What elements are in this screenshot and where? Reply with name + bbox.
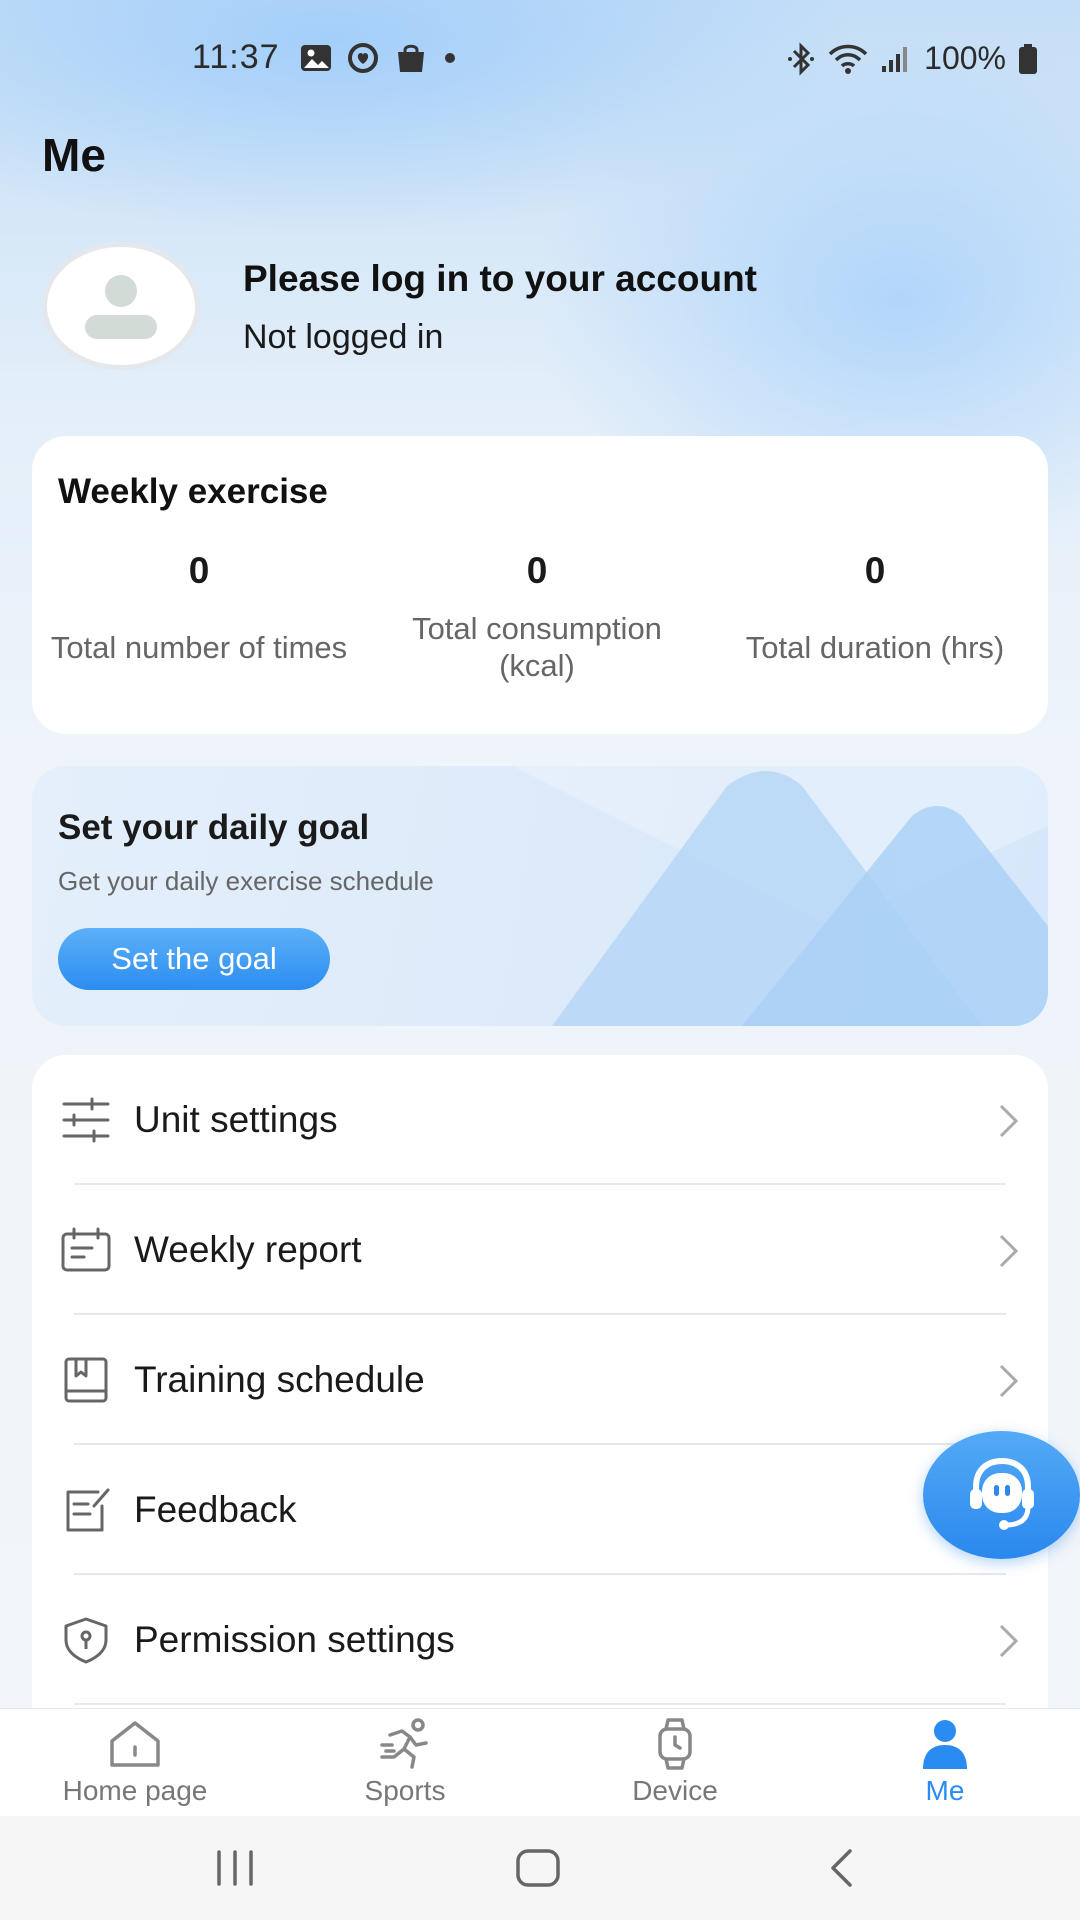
page-title: Me (42, 129, 106, 181)
menu-item-weekly-report[interactable]: Weekly report (32, 1185, 1048, 1315)
stat-label: Total duration (hrs) (745, 629, 1005, 665)
tab-sports[interactable]: Sports (270, 1709, 540, 1817)
status-notification-icons (300, 42, 458, 74)
heart-face-icon (348, 43, 378, 73)
menu-item-label: Feedback (134, 1489, 297, 1530)
system-navigation-bar (0, 1816, 1080, 1920)
stat-label: Total consumption (kcal) (412, 611, 662, 683)
chevron-right-icon (999, 1624, 1019, 1658)
menu-item-label: Weekly report (134, 1229, 362, 1270)
back-icon (831, 1849, 852, 1887)
tab-home[interactable]: Home page (0, 1709, 270, 1817)
tab-label: Home page (62, 1775, 208, 1806)
stat-value: 0 (526, 550, 548, 591)
chevron-right-icon (999, 1104, 1019, 1138)
menu-item-training-schedule[interactable]: Training schedule (32, 1315, 1048, 1445)
menu-item-label: Permission settings (134, 1619, 455, 1660)
gallery-icon (301, 45, 331, 71)
weekly-exercise-card: Weekly exercise 0 Total number of times … (32, 436, 1048, 734)
calendar-icon (61, 1227, 111, 1272)
status-bar: 11:37 100% (0, 0, 1080, 118)
goal-subtitle: Get your daily exercise schedule (58, 866, 434, 896)
shopping-bag-icon (398, 44, 424, 72)
home-icon (110, 1721, 160, 1767)
menu-item-label: Training schedule (134, 1359, 425, 1400)
login-prompt[interactable]: Please log in to your account (243, 258, 757, 300)
back-button[interactable] (806, 1842, 876, 1894)
home-button[interactable] (503, 1842, 573, 1894)
home-square-icon (516, 1849, 560, 1887)
menu-item-feedback[interactable]: Feedback (32, 1445, 1048, 1575)
login-status: Not logged in (243, 318, 444, 356)
recent-apps-icon (217, 1850, 253, 1886)
goal-title: Set your daily goal (58, 808, 370, 847)
menu-divider (74, 1703, 1006, 1705)
wifi-icon (828, 44, 868, 74)
book-icon (64, 1357, 108, 1403)
signal-icon (882, 46, 908, 72)
stat-total-duration: 0 Total duration (hrs) (710, 550, 1040, 684)
person-placeholder-icon (85, 275, 157, 339)
stat-total-times: 0 Total number of times (34, 550, 364, 684)
recent-apps-button[interactable] (200, 1842, 270, 1894)
menu-item-label: Unit settings (134, 1099, 338, 1140)
status-time: 11:37 (192, 38, 280, 76)
sliders-icon (62, 1097, 110, 1143)
bottom-tab-bar: Home page Sports Device Me (0, 1708, 1080, 1816)
chevron-right-icon (999, 1364, 1019, 1398)
chevron-right-icon (999, 1234, 1019, 1268)
watch-icon (658, 1718, 692, 1770)
status-system-icons: 100% (786, 40, 1038, 77)
battery-icon (1019, 43, 1037, 74)
tab-device[interactable]: Device (540, 1709, 810, 1817)
stat-label: Total number of times (50, 629, 348, 665)
daily-goal-card: Set your daily goal Get your daily exerc… (32, 766, 1048, 1026)
stat-total-consumption: 0 Total consumption (kcal) (372, 550, 702, 684)
tab-label: Device (632, 1775, 718, 1806)
battery-percentage: 100% (924, 40, 1006, 76)
menu-item-unit-settings[interactable]: Unit settings (32, 1055, 1048, 1185)
bluetooth-icon (788, 41, 815, 76)
avatar[interactable] (42, 242, 200, 370)
runner-icon (380, 1718, 428, 1769)
dot-icon (445, 53, 455, 63)
stat-value: 0 (864, 550, 886, 591)
menu-item-permission-settings[interactable]: Permission settings (32, 1575, 1048, 1705)
weekly-exercise-title: Weekly exercise (58, 472, 328, 511)
settings-menu: Unit settings Weekly report Training sch… (32, 1055, 1048, 1715)
set-goal-button[interactable]: Set the goal (58, 928, 330, 990)
tab-label: Me (925, 1775, 965, 1806)
tab-me[interactable]: Me (810, 1709, 1080, 1817)
tab-label: Sports (364, 1775, 446, 1806)
edit-note-icon (66, 1488, 110, 1532)
person-icon (923, 1720, 967, 1769)
customer-service-button[interactable] (923, 1431, 1080, 1559)
stat-value: 0 (188, 550, 210, 591)
shield-key-icon (64, 1617, 108, 1664)
headset-icon (969, 1457, 1034, 1530)
